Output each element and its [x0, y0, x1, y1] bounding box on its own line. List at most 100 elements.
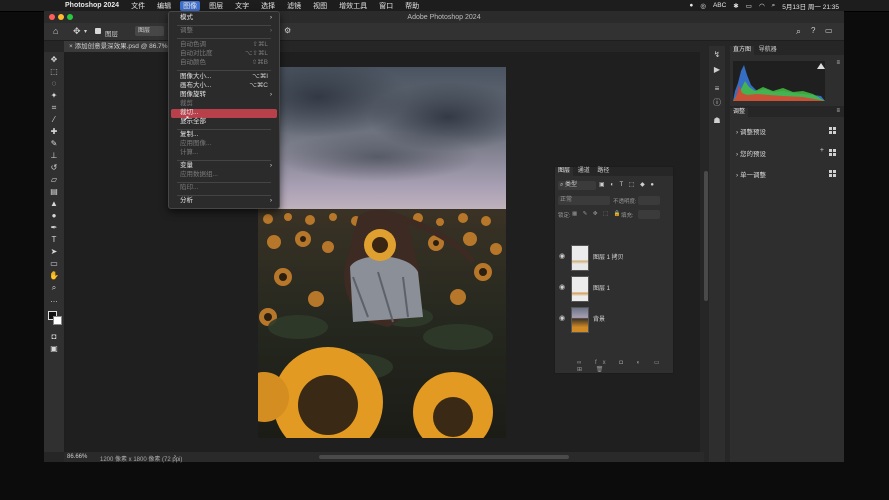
tab-paths[interactable]: 路径 [594, 167, 612, 176]
magic-wand-tool-icon[interactable]: ✦ [48, 90, 60, 101]
path-selection-icon[interactable]: ➤ [48, 246, 60, 257]
gradient-tool-icon[interactable]: ▤ [48, 186, 60, 197]
grid-view-icon[interactable] [829, 170, 836, 177]
dodge-tool-icon[interactable]: ● [48, 210, 60, 221]
single-adjustment-item[interactable]: › 单一调整 [736, 169, 766, 179]
lasso-tool-icon[interactable]: ◌ [48, 78, 60, 89]
marquee-tool-icon[interactable]: ⬚ [48, 66, 60, 77]
layer-filter-dropdown[interactable]: ⌕ 类型 [558, 181, 596, 190]
menu-select[interactable]: 选择 [261, 1, 275, 11]
lock-icons[interactable]: ▦ ✎ ✥ ⬚ 🔒 [572, 211, 623, 217]
gear-icon[interactable]: ⚙ [284, 26, 291, 35]
tab-histogram[interactable]: 直方图 [730, 46, 755, 55]
menu-item-auto-color[interactable]: 自动颜色 ⇧⌘B [171, 59, 277, 68]
menu-item-analysis[interactable]: 分析 › [171, 197, 277, 206]
home-icon[interactable]: ⌂ [53, 26, 58, 36]
menu-type[interactable]: 文字 [235, 1, 249, 11]
blur-tool-icon[interactable]: ▲ [48, 198, 60, 209]
menu-filter[interactable]: 滤镜 [287, 1, 301, 11]
menu-item-calculations[interactable]: 计算... [171, 149, 277, 158]
brush-tool-icon[interactable]: ✎ [48, 138, 60, 149]
more-tools-icon[interactable]: … [48, 294, 60, 305]
menu-item-adjustments[interactable]: 调整 › [171, 27, 277, 36]
menu-help[interactable]: 帮助 [405, 1, 419, 11]
actions-icon[interactable]: ▶ [712, 65, 722, 75]
history-icon[interactable]: ↯ [712, 50, 722, 60]
bluetooth-icon[interactable]: ✱ [733, 2, 738, 10]
layer-row[interactable]: ◉ 图层 1 [555, 272, 673, 302]
menu-plugins[interactable]: 增效工具 [339, 1, 367, 11]
wifi-icon[interactable]: ◠ [759, 2, 765, 10]
background-color[interactable] [53, 316, 62, 325]
zoom-level[interactable]: 86.66% [67, 454, 87, 460]
chevron-down-icon[interactable]: ▾ [84, 28, 87, 35]
menu-image[interactable]: 图像 [180, 0, 201, 11]
document-tab[interactable]: × 添加创意景深效果.psd @ 86.7%(RG [64, 41, 185, 52]
info-icon[interactable]: ⓘ [712, 98, 722, 108]
move-tool-icon[interactable]: ✥ [73, 26, 81, 37]
your-presets-item[interactable]: › 您的预设 [736, 148, 766, 158]
menu-item-apply-image[interactable]: 应用图像... [171, 140, 277, 149]
menu-item-auto-contrast[interactable]: 自动对比度 ⌥⇧⌘L [171, 50, 277, 59]
tab-layers[interactable]: 图层 [555, 167, 574, 176]
document-canvas-image[interactable] [258, 67, 506, 438]
shape-tool-icon[interactable]: ▭ [48, 258, 60, 269]
clock[interactable]: 5月13日 周一 21:35 [782, 1, 839, 11]
menu-file[interactable]: 文件 [131, 1, 145, 11]
eraser-tool-icon[interactable]: ▱ [48, 174, 60, 185]
eyedropper-tool-icon[interactable]: ⁄ [48, 114, 60, 125]
healing-brush-icon[interactable]: ✚ [48, 126, 60, 137]
wechat-icon[interactable]: ◎ [700, 2, 706, 10]
battery-icon[interactable]: ▭ [746, 2, 752, 10]
opacity-field[interactable] [638, 196, 660, 205]
layer-filter-icons[interactable]: ▣ ◐ T ⬚ ◆ ● [599, 181, 656, 188]
move-tool-icon[interactable]: ✥ [48, 54, 60, 65]
menu-item-mode[interactable]: 模式 › [171, 14, 277, 23]
tab-adjustments[interactable]: 调整 [730, 108, 749, 117]
libraries-icon[interactable]: ☗ [712, 116, 722, 126]
zoom-tool-icon[interactable]: ⌕ [48, 282, 60, 293]
layer-row[interactable]: ◉ 背景 [555, 303, 673, 333]
layer-name[interactable]: 图层 1 [593, 283, 610, 292]
eye-icon[interactable]: ◉ [559, 314, 565, 322]
adjustment-presets-item[interactable]: › 调整预设 [736, 126, 766, 136]
auto-select-checkbox[interactable] [95, 28, 101, 34]
blend-mode-dropdown[interactable]: 正常 [558, 196, 610, 205]
horizontal-scrollbar[interactable] [319, 455, 569, 459]
app-menu[interactable]: Photoshop 2024 [65, 2, 119, 9]
panel-menu-icon[interactable]: ≡ [836, 60, 840, 66]
fill-field[interactable] [638, 210, 660, 219]
screen-mode-icon[interactable]: ▣ [48, 343, 60, 354]
menu-window[interactable]: 窗口 [379, 1, 393, 11]
menu-item-trap[interactable]: 陷印... [171, 184, 277, 193]
grid-view-icon[interactable] [829, 149, 836, 156]
history-brush-icon[interactable]: ↺ [48, 162, 60, 173]
layer-name[interactable]: 背景 [593, 314, 605, 323]
grid-view-icon[interactable] [829, 127, 836, 134]
chevron-right-icon[interactable]: › [174, 454, 176, 460]
menu-item-apply-data-set[interactable]: 应用数据组... [171, 171, 277, 180]
layer-row[interactable]: ◉ 图层 1 拷贝 [555, 241, 673, 271]
auto-select-dropdown[interactable]: 图层 [135, 26, 164, 36]
minimize-icon[interactable] [58, 14, 64, 20]
help-icon[interactable]: ? [811, 26, 815, 35]
menu-item-canvas-size[interactable]: 画布大小... ⌥⌘C [171, 82, 277, 91]
workspace-icon[interactable]: ▭ [825, 26, 833, 35]
zoom-icon[interactable] [67, 14, 73, 20]
menu-item-duplicate[interactable]: 复制... [171, 131, 277, 140]
type-tool-icon[interactable]: T [48, 234, 60, 245]
search-icon[interactable]: ⌕ [772, 2, 776, 10]
eye-icon[interactable]: ◉ [559, 252, 565, 260]
panel-menu-icon[interactable]: ≡ [836, 108, 840, 114]
eye-icon[interactable]: ◉ [559, 283, 565, 291]
stamp-tool-icon[interactable]: ⊥ [48, 150, 60, 161]
add-preset-icon[interactable]: + [820, 147, 824, 154]
layer-name[interactable]: 图层 1 拷贝 [593, 252, 624, 261]
crop-tool-icon[interactable]: ⌗ [48, 102, 60, 113]
properties-icon[interactable]: ≡ [712, 84, 722, 94]
menu-item-auto-tone[interactable]: 自动色调 ⇧⌘L [171, 41, 277, 50]
quick-mask-icon[interactable]: ◘ [48, 331, 60, 342]
pen-tool-icon[interactable]: ✒ [48, 222, 60, 233]
menu-item-variables[interactable]: 变量 › [171, 162, 277, 171]
menu-item-image-rotation[interactable]: 图像旋转 › [171, 91, 277, 100]
